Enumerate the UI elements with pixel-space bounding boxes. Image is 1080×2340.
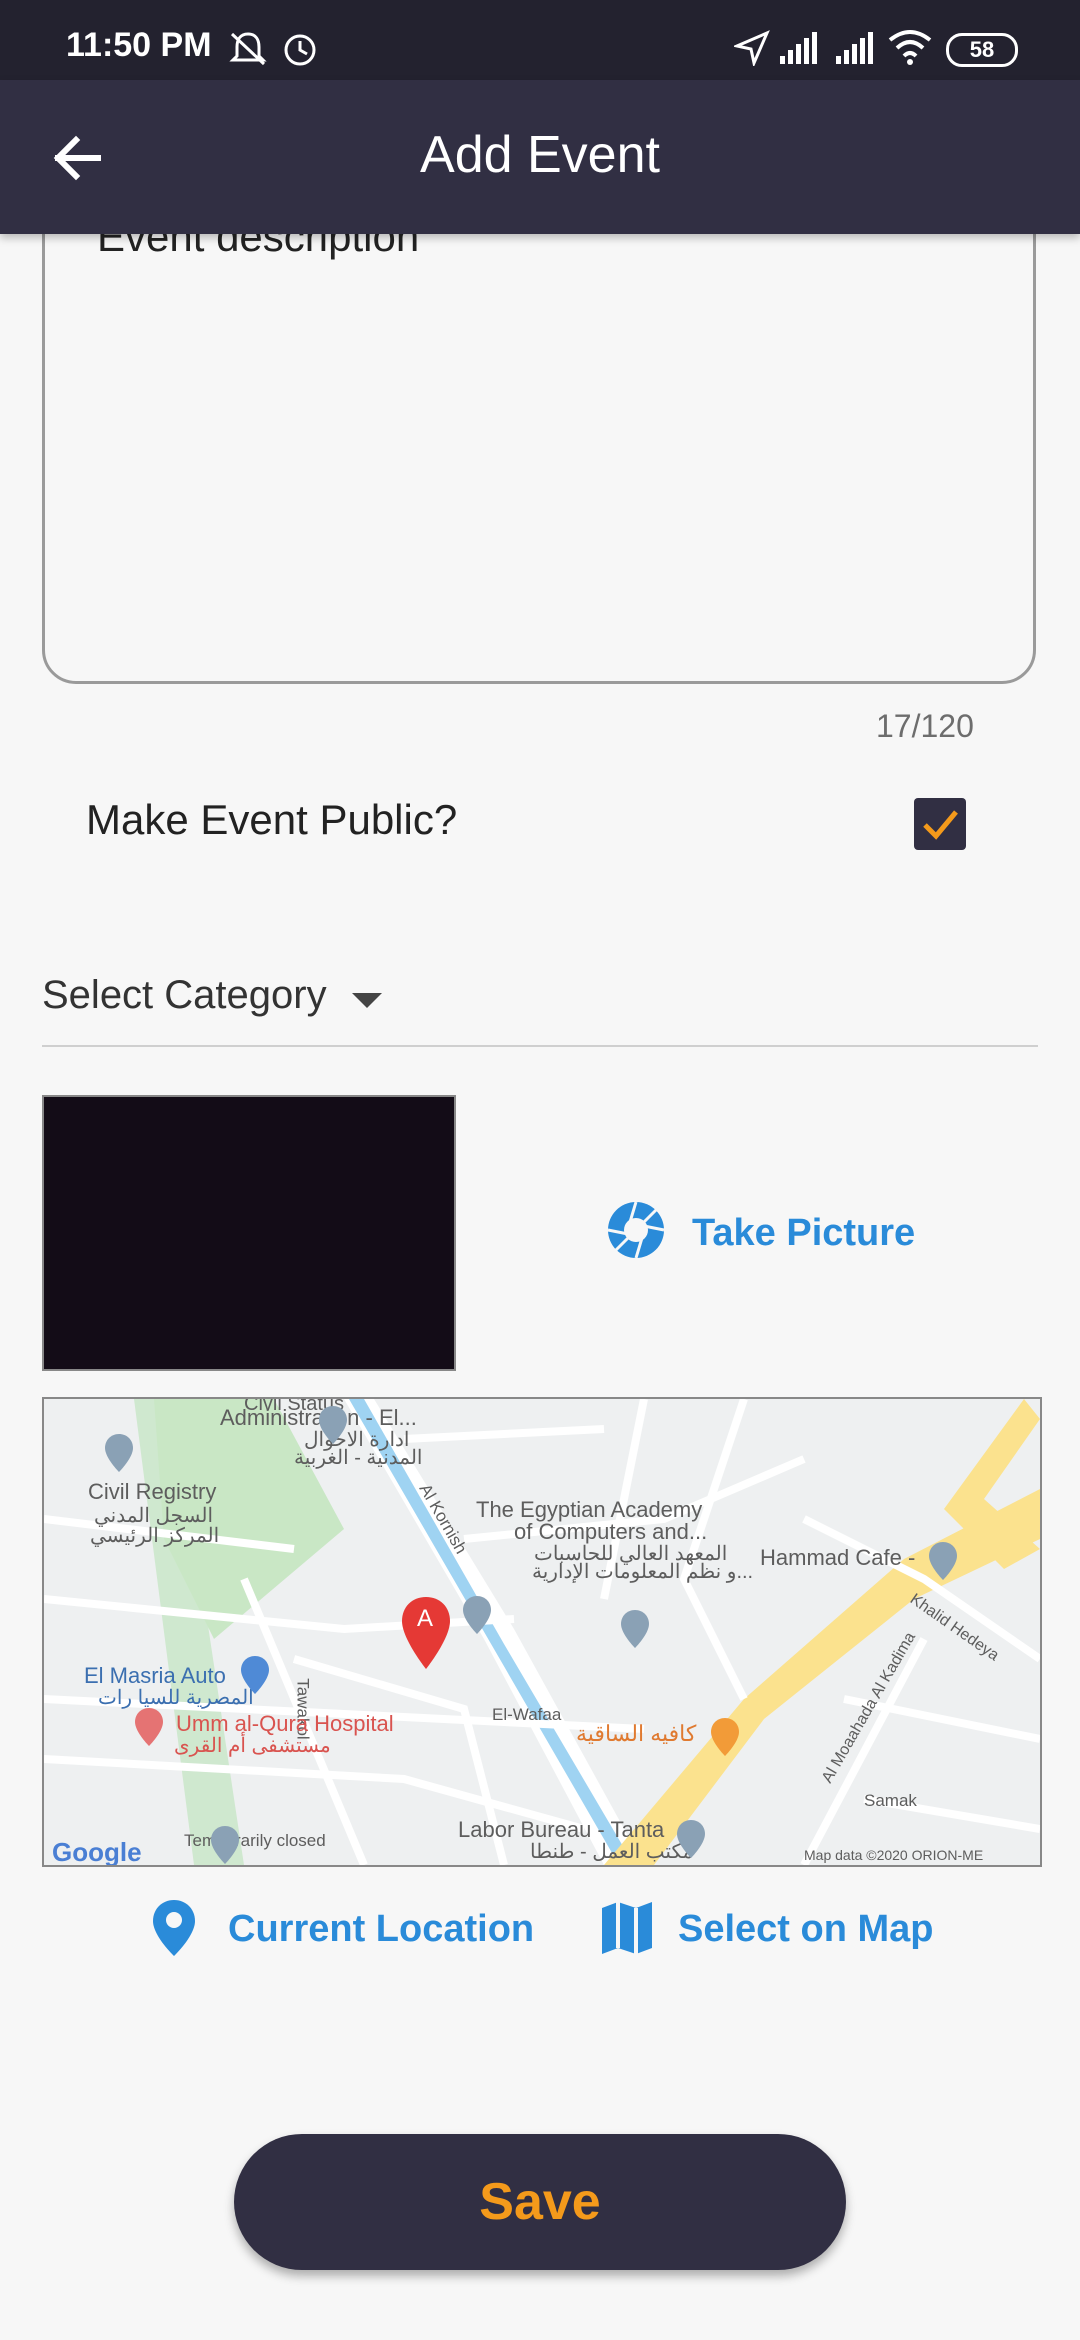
hospital-pin-icon xyxy=(135,1708,163,1746)
place-pin-icon xyxy=(929,1542,957,1580)
check-icon xyxy=(923,810,958,840)
place-pin-icon xyxy=(677,1820,705,1858)
map-icon xyxy=(602,1902,652,1954)
page-title: Add Event xyxy=(420,126,660,184)
map-label: Hammad Cafe - xyxy=(760,1545,916,1570)
google-logo: Google xyxy=(52,1837,142,1867)
signal-icon xyxy=(780,32,817,64)
alarm-icon xyxy=(284,34,316,66)
caret-down-icon xyxy=(352,993,382,1008)
status-time: 11:50 PM xyxy=(66,26,212,64)
map-label: كافيه الساقية xyxy=(576,1721,697,1746)
wifi-icon xyxy=(888,30,932,65)
map-label: المركز الرئيسي xyxy=(90,1525,220,1547)
cafe-pin-icon xyxy=(711,1718,739,1756)
map-label: Temporarily closed xyxy=(184,1831,326,1850)
map-label: مستشفى أم القرى xyxy=(174,1735,331,1757)
place-pin-icon xyxy=(463,1596,491,1634)
save-button[interactable]: Save xyxy=(234,2134,846,2270)
place-pin-icon xyxy=(105,1434,133,1472)
select-on-map-label: Select on Map xyxy=(678,1908,934,1950)
map-label: و نظم المعلومات الإدارية... xyxy=(532,1561,754,1583)
signal-icon xyxy=(836,32,873,64)
location-arrow-icon xyxy=(734,30,770,66)
map-label: المدنية - الغربية xyxy=(294,1447,423,1469)
picture-preview xyxy=(42,1095,456,1371)
current-location-label: Current Location xyxy=(228,1908,535,1950)
place-pin-icon xyxy=(211,1826,239,1864)
map-attribution: Map data ©2020 ORION-ME xyxy=(804,1847,984,1863)
map-label: مكتب العمل - طنطا xyxy=(530,1841,694,1863)
map-label: El-Wafaa xyxy=(492,1705,562,1724)
public-checkbox[interactable] xyxy=(914,798,966,850)
shopping-pin-icon xyxy=(241,1656,269,1694)
battery-indicator: 58 xyxy=(946,33,1018,67)
map-marker-letter: A xyxy=(417,1605,434,1632)
app-bar: Add Event xyxy=(0,80,1080,234)
description-input[interactable]: Event description xyxy=(42,190,1036,684)
mute-icon xyxy=(229,32,267,66)
take-picture-label: Take Picture xyxy=(692,1212,916,1254)
category-dropdown[interactable]: Select Category xyxy=(42,965,1038,1047)
map-label: Civil Registry xyxy=(88,1479,217,1504)
location-pin-icon xyxy=(153,1900,195,1956)
map-label: Samak xyxy=(864,1791,917,1810)
place-pin-icon xyxy=(621,1610,649,1648)
camera-shutter-icon xyxy=(607,1201,665,1259)
category-label: Select Category xyxy=(42,973,327,1017)
public-label: Make Event Public? xyxy=(86,796,458,843)
map-view[interactable]: Civil Status Administration - El... ادار… xyxy=(42,1397,1042,1867)
status-bar: 11:50 PM 58 xyxy=(0,0,1080,80)
character-counter: 17/120 xyxy=(876,708,974,744)
place-pin-icon xyxy=(319,1406,347,1444)
map-label: المصرية للسيا رات xyxy=(98,1687,254,1709)
